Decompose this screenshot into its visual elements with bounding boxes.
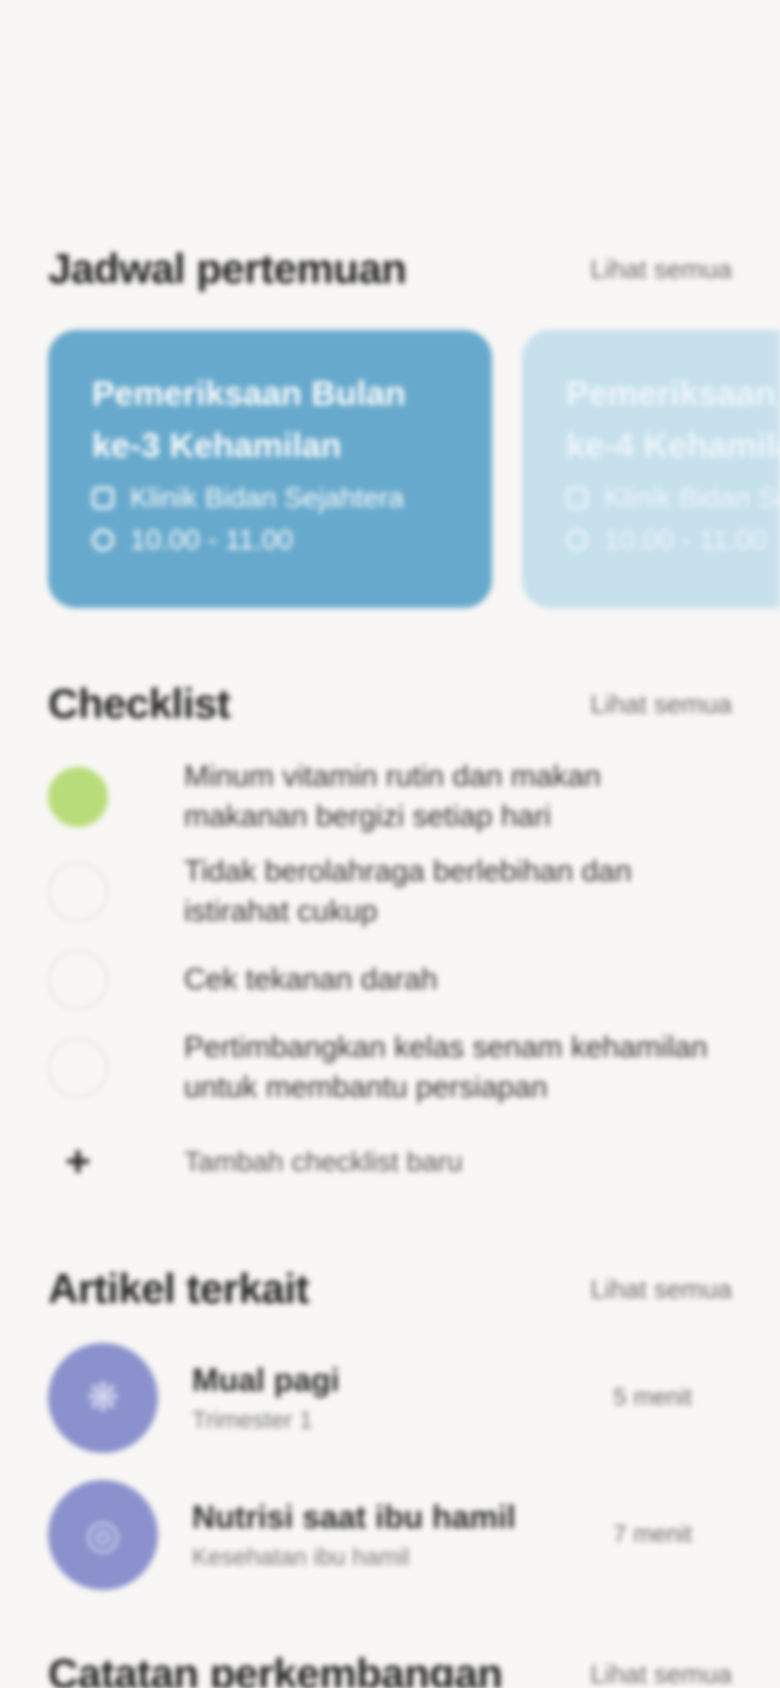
checklist-item-text: Tidak berolahraga berlebihan dan istirah…	[184, 855, 632, 928]
checklist-item-text: Pertimbangkan kelas senam kehamilan untu…	[184, 1031, 708, 1104]
article-read-time: 5 menit	[613, 1384, 692, 1411]
appointment-location: Klinik Bidan Sejahtera	[130, 482, 404, 513]
article-title: Mual pagi	[192, 1361, 340, 1398]
article-text: Nutrisi saat ibu hamil Kesehatan ibu ham…	[192, 1499, 613, 1572]
appointment-time-row: 10.00 - 11.00	[92, 524, 448, 556]
article-item[interactable]: ❋ Mual pagi Trimester 1 5 menit	[48, 1343, 732, 1453]
schedule-view-all-link[interactable]: Lihat semua	[590, 254, 732, 285]
checklist-item-text: Cek tekanan darah	[184, 963, 438, 996]
add-checklist-label: Tambah checklist baru	[184, 1146, 463, 1177]
articles-title: Artikel terkait	[48, 1265, 309, 1312]
checkbox-icon[interactable]	[48, 950, 108, 1010]
appointment-location-row: Klinik Bidan Sejahtera	[566, 482, 780, 514]
appointment-location-row: Klinik Bidan Sejahtera	[92, 482, 448, 514]
progress-notes-title: Catatan perkembangan	[48, 1650, 503, 1688]
appointment-card[interactable]: Pemeriksaan Bulan ke-3 Kehamilan Klinik …	[48, 330, 492, 608]
article-item[interactable]: ◎ Nutrisi saat ibu hamil Kesehatan ibu h…	[48, 1480, 732, 1590]
article-thumbnail-icon: ❋	[48, 1343, 158, 1453]
appointment-title: Pemeriksaan Bulan ke-3 Kehamilan	[92, 375, 406, 465]
appointment-carousel[interactable]: Pemeriksaan Bulan ke-3 Kehamilan Klinik …	[48, 330, 780, 608]
appointment-title: Pemeriksaan Bulan ke-4 Kehamilan	[566, 375, 780, 465]
appointment-time: 10.00 - 11.00	[130, 524, 293, 555]
schedule-title: Jadwal pertemuan	[48, 245, 407, 292]
checkbox-icon[interactable]	[48, 1038, 108, 1098]
plus-icon: +	[65, 1137, 91, 1186]
articles-header: Artikel terkait Lihat semua	[48, 1265, 732, 1313]
article-read-time: 7 menit	[613, 1521, 692, 1548]
article-title: Nutrisi saat ibu hamil	[192, 1498, 516, 1535]
appointment-location: Klinik Bidan Sejahtera	[604, 482, 780, 513]
article-subtitle: Trimester 1	[192, 1406, 313, 1434]
article-thumbnail-icon: ◎	[48, 1480, 158, 1590]
pregnancy-dashboard: Jadwal pertemuan Lihat semua Pemeriksaan…	[0, 0, 780, 1688]
appointment-time-row: 10.00 - 11.00	[566, 524, 780, 556]
schedule-header: Jadwal pertemuan Lihat semua	[48, 245, 732, 293]
checkbox-checked-icon[interactable]	[48, 767, 108, 827]
clock-icon	[566, 529, 588, 551]
clock-icon	[92, 529, 114, 551]
checklist-item[interactable]: Cek tekanan darah	[48, 950, 732, 1010]
checklist-item-text: Minum vitamin rutin dan makan makanan be…	[184, 760, 601, 833]
location-icon	[566, 487, 588, 509]
add-checklist-button[interactable]: + Tambah checklist baru	[48, 1137, 463, 1186]
checklist-item[interactable]: Pertimbangkan kelas senam kehamilan untu…	[48, 1028, 732, 1108]
article-text: Mual pagi Trimester 1	[192, 1362, 613, 1435]
appointment-time: 10.00 - 11.00	[604, 524, 767, 555]
article-subtitle: Kesehatan ibu hamil	[192, 1543, 410, 1571]
checklist-header: Checklist Lihat semua	[48, 680, 732, 728]
checkbox-icon[interactable]	[48, 862, 108, 922]
articles-view-all-link[interactable]: Lihat semua	[590, 1274, 732, 1305]
checklist-view-all-link[interactable]: Lihat semua	[590, 689, 732, 720]
progress-notes-header: Catatan perkembangan Lihat semua	[48, 1650, 732, 1688]
checklist-item[interactable]: Tidak berolahraga berlebihan dan istirah…	[48, 852, 732, 932]
checklist-title: Checklist	[48, 680, 231, 727]
location-icon	[92, 487, 114, 509]
checklist-item[interactable]: Minum vitamin rutin dan makan makanan be…	[48, 757, 732, 837]
appointment-card[interactable]: Pemeriksaan Bulan ke-4 Kehamilan Klinik …	[522, 330, 780, 608]
progress-notes-view-all-link[interactable]: Lihat semua	[590, 1659, 732, 1688]
